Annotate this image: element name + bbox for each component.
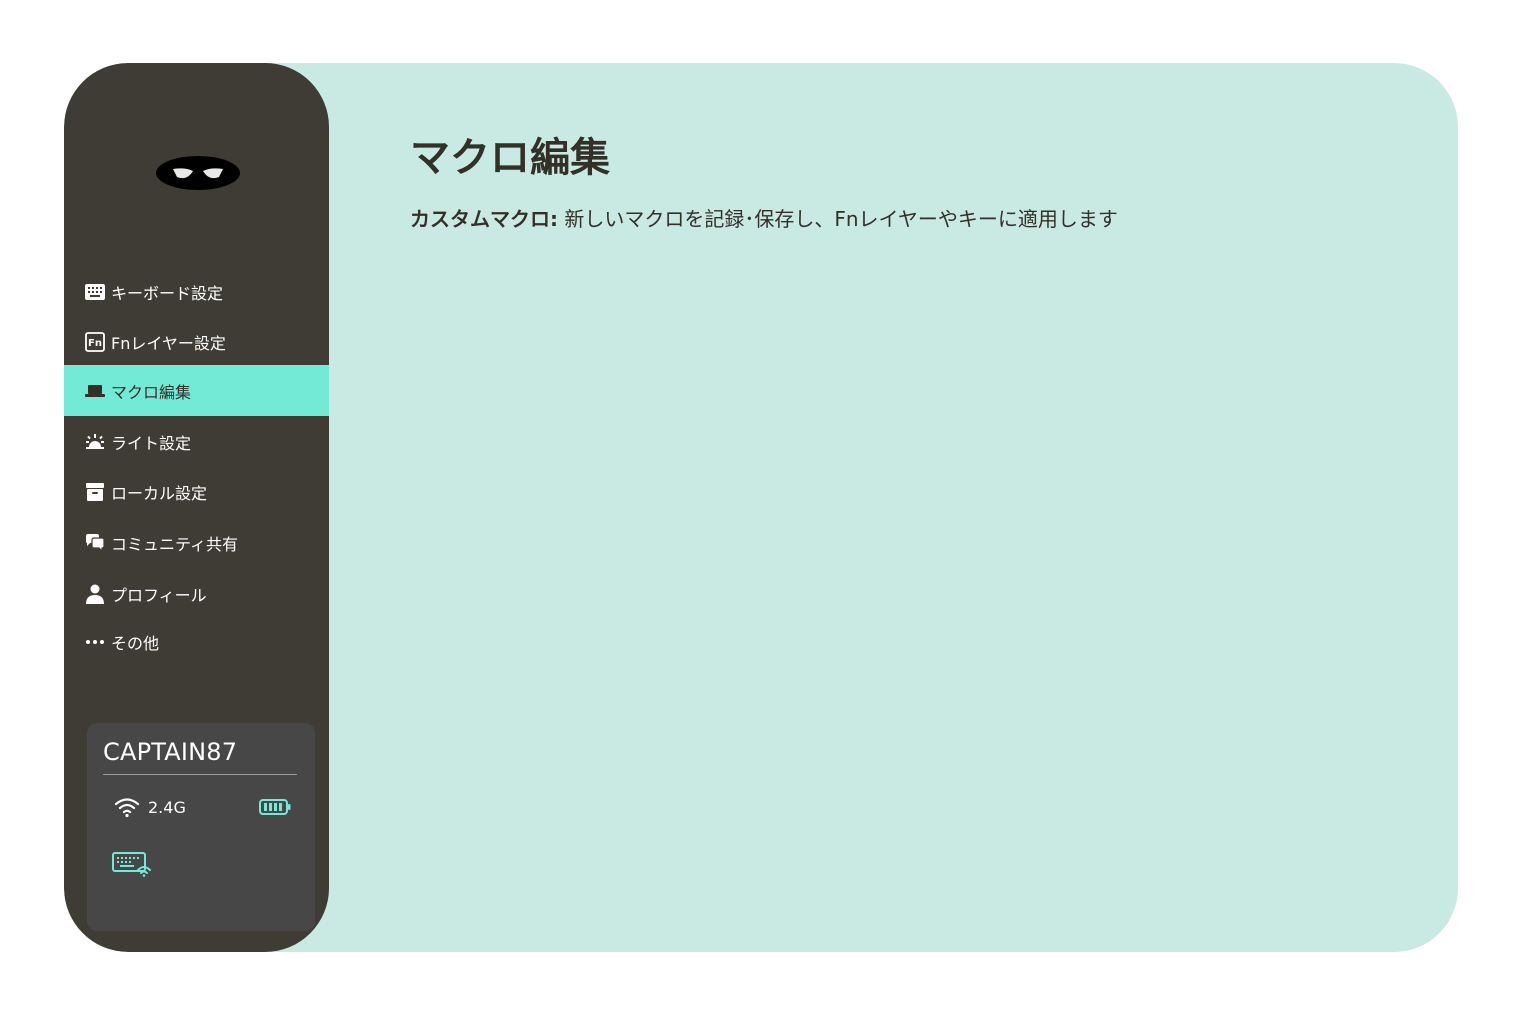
page-title: マクロ編集 bbox=[410, 135, 610, 181]
keyboard-icon bbox=[85, 282, 105, 302]
description-lead: カスタムマクロ: bbox=[410, 207, 558, 231]
sidebar-item-macro-edit[interactable]: マクロ編集 bbox=[64, 365, 329, 416]
fn-key-icon: Fn bbox=[85, 331, 105, 352]
divider bbox=[103, 774, 297, 775]
mask-logo bbox=[156, 156, 240, 190]
sidebar-item-label: Fnレイヤー設定 bbox=[111, 333, 226, 353]
wireless-keyboard-icon bbox=[112, 852, 151, 877]
sidebar-item-label: プロフィール bbox=[111, 585, 207, 605]
sidebar-item-label: コミュニティ共有 bbox=[111, 534, 239, 554]
device-name: CAPTAIN87 bbox=[103, 738, 238, 766]
sidebar-item-label: ローカル設定 bbox=[111, 483, 208, 503]
sidebar-item-community-share[interactable]: コミュニティ共有 bbox=[64, 517, 329, 568]
sidebar: キーボード設定 Fn Fnレイヤー設定 マクロ編集 ライト設定 ローカル設定 コ… bbox=[64, 63, 329, 952]
page-description: カスタムマクロ: 新しいマクロを記録･保存し、Fnレイヤーやキーに適用します bbox=[410, 203, 1118, 232]
description-text: 新しいマクロを記録･保存し、Fnレイヤーやキーに適用します bbox=[558, 207, 1118, 231]
sidebar-item-label: ライト設定 bbox=[111, 433, 192, 453]
chat-bubbles-icon bbox=[85, 533, 105, 553]
sidebar-item-other[interactable]: その他 bbox=[64, 616, 329, 667]
device-status-card: CAPTAIN87 2.4G bbox=[87, 723, 315, 931]
svg-text:Fn: Fn bbox=[88, 338, 102, 349]
user-icon bbox=[85, 584, 105, 604]
sidebar-item-local-settings[interactable]: ローカル設定 bbox=[64, 466, 329, 517]
sidebar-item-light-settings[interactable]: ライト設定 bbox=[64, 416, 329, 467]
app-window: キーボード設定 Fn Fnレイヤー設定 マクロ編集 ライト設定 ローカル設定 コ… bbox=[64, 63, 1458, 952]
sidebar-item-label: マクロ編集 bbox=[111, 382, 192, 402]
sidebar-item-label: その他 bbox=[111, 633, 160, 653]
connection-mode-label: 2.4G bbox=[148, 798, 186, 817]
battery-full-icon bbox=[259, 799, 291, 815]
sunrise-icon bbox=[85, 432, 105, 452]
laptop-icon bbox=[85, 381, 105, 401]
sidebar-item-fn-layer-settings[interactable]: Fn Fnレイヤー設定 bbox=[64, 316, 329, 367]
sidebar-item-profile[interactable]: プロフィール bbox=[64, 568, 329, 619]
wifi-icon bbox=[114, 798, 140, 818]
sidebar-item-keyboard-settings[interactable]: キーボード設定 bbox=[64, 266, 329, 317]
sidebar-item-label: キーボード設定 bbox=[111, 283, 224, 303]
archive-box-icon bbox=[85, 482, 105, 502]
more-dots-icon bbox=[85, 632, 105, 652]
